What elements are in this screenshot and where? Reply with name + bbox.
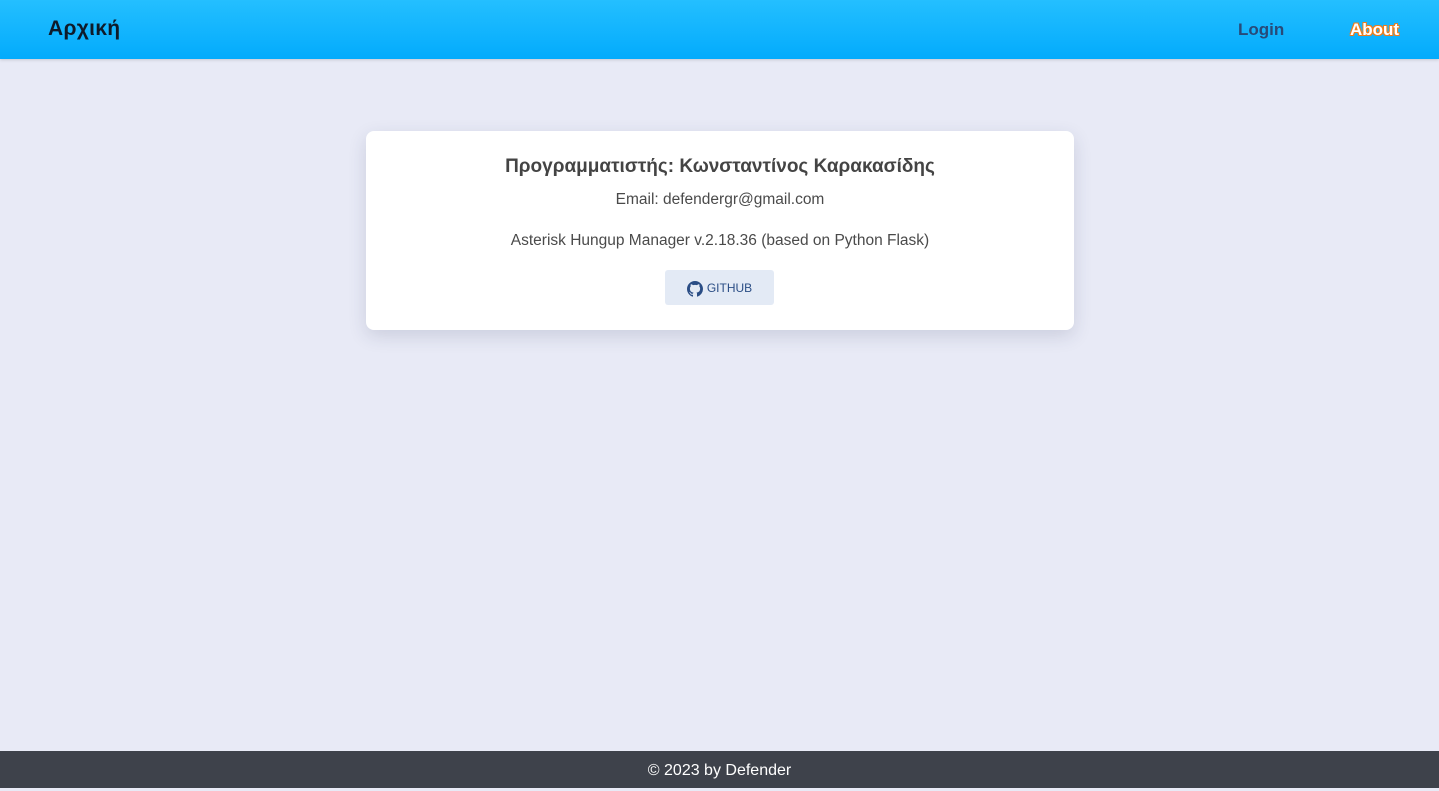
programmer-name: Προγραμματιστής: Κωνσταντίνος Καρακασίδη… — [505, 156, 935, 177]
top-navbar: Αρχική Login About — [0, 0, 1439, 59]
app-version: Asterisk Hungup Manager v.2.18.36 (based… — [510, 232, 930, 249]
contact-email: Email: defendergr@gmail.com — [615, 191, 825, 208]
nav-about-link[interactable]: About — [1350, 20, 1399, 40]
nav-login-link[interactable]: Login — [1238, 20, 1284, 40]
footer-copyright: © 2023 by Defender — [647, 762, 792, 779]
footer: © 2023 by Defender — [0, 751, 1439, 788]
github-icon — [686, 280, 703, 297]
github-button-label: GITHUB — [706, 280, 753, 295]
about-card: Προγραμματιστής: Κωνσταντίνος Καρακασίδη… — [366, 131, 1074, 330]
github-button[interactable]: GITHUB — [665, 270, 774, 305]
home-link[interactable]: Αρχική — [48, 17, 120, 41]
